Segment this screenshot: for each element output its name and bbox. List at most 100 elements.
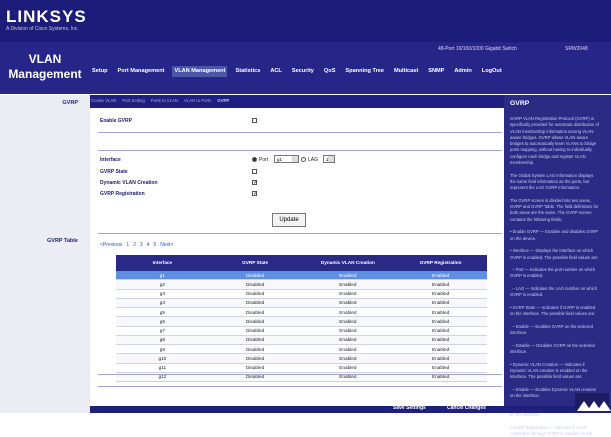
save-settings-button[interactable]: Save Settings bbox=[393, 405, 426, 411]
tab-setup[interactable]: Setup bbox=[90, 66, 110, 77]
table-row[interactable]: g8 Disabled Enabled Enabled bbox=[116, 335, 487, 346]
cell-state: Disabled bbox=[208, 363, 302, 373]
table-row[interactable]: g7 Disabled Enabled Enabled bbox=[116, 326, 487, 336]
table-row[interactable]: g10 Disabled Enabled Enabled bbox=[116, 353, 487, 364]
cell-interface: g3 bbox=[116, 289, 209, 299]
enable-gvrp-checkbox[interactable] bbox=[252, 118, 257, 123]
section-label-gvrp: GVRP bbox=[62, 100, 78, 106]
cell-interface: g5 bbox=[116, 307, 209, 318]
main-tabs: Setup Port Management VLAN Management St… bbox=[90, 58, 504, 84]
pager-page-4[interactable]: 4 bbox=[147, 242, 150, 248]
cisco-logo bbox=[575, 393, 611, 411]
subtab-create-vlan[interactable]: Create VLAN bbox=[91, 98, 116, 103]
divider bbox=[98, 233, 502, 234]
gvrp-registration-checkbox[interactable]: ✓ bbox=[252, 191, 259, 197]
cell-dynamic: Enabled bbox=[301, 298, 395, 309]
table-row[interactable]: g1 Disabled Enabled Enabled bbox=[116, 271, 487, 281]
cell-state: Disabled bbox=[208, 335, 302, 346]
cell-dynamic: Enabled bbox=[301, 279, 395, 290]
tab-statistics[interactable]: Statistics bbox=[233, 66, 262, 77]
tab-logout[interactable]: LogOut bbox=[480, 66, 504, 77]
pager-page-2[interactable]: 2 bbox=[133, 242, 136, 248]
tab-admin[interactable]: Admin bbox=[452, 66, 473, 77]
lag-select[interactable]: 1 bbox=[323, 155, 335, 163]
table-row[interactable]: g3 Disabled Enabled Enabled bbox=[116, 289, 487, 299]
section-label-gvrp-table: GVRP Table bbox=[47, 238, 78, 244]
cell-dynamic: Enabled bbox=[301, 344, 395, 355]
table-row[interactable]: g4 Disabled Enabled Enabled bbox=[116, 298, 487, 309]
pagination: <Previous 1 2 3 4 5 Next> bbox=[100, 242, 173, 248]
gvrp-state-checkbox[interactable] bbox=[252, 169, 257, 174]
cell-registration: Enabled bbox=[394, 344, 487, 355]
subtab-gvrp[interactable]: GVRP bbox=[217, 98, 229, 103]
checkmark-icon: ✓ bbox=[253, 191, 259, 197]
pager-page-1[interactable]: 1 bbox=[126, 242, 129, 248]
header-gvrp-state: GVRP State bbox=[208, 255, 302, 271]
pager-previous[interactable]: <Previous bbox=[100, 242, 122, 248]
table-row[interactable]: g9 Disabled Enabled Enabled bbox=[116, 344, 487, 355]
gvrp-table: Interface GVRP State Dynamic VLAN Creati… bbox=[116, 255, 487, 383]
table-row[interactable]: g2 Disabled Enabled Enabled bbox=[116, 279, 487, 290]
tab-spanning-tree[interactable]: Spanning Tree bbox=[343, 66, 386, 77]
cell-interface: g7 bbox=[116, 326, 209, 336]
footer-bar bbox=[90, 406, 611, 413]
product-name: 48-Port 10/100/1000 Gigabit Switch bbox=[438, 46, 517, 52]
cell-registration: Enabled bbox=[394, 307, 487, 318]
cell-interface: g1 bbox=[116, 271, 209, 281]
cell-state: Disabled bbox=[208, 353, 302, 364]
cell-state: Disabled bbox=[208, 279, 302, 290]
cisco-mountain-icon bbox=[597, 401, 611, 411]
pager-page-5[interactable]: 5 bbox=[154, 242, 157, 248]
cell-interface: g9 bbox=[116, 344, 209, 355]
model-name: SRW2048 bbox=[565, 46, 588, 52]
port-label: Port bbox=[259, 157, 269, 163]
cell-dynamic: Enabled bbox=[301, 326, 395, 336]
port-select-value: g1 bbox=[277, 157, 283, 162]
cell-dynamic: Enabled bbox=[301, 271, 395, 281]
cell-state: Disabled bbox=[208, 326, 302, 336]
lag-label: LAG bbox=[308, 157, 319, 163]
cell-state: Disabled bbox=[208, 307, 302, 318]
tab-vlan-management[interactable]: VLAN Management bbox=[172, 65, 228, 77]
cell-state: Disabled bbox=[208, 316, 302, 327]
subtab-port-setting[interactable]: Port Setting bbox=[122, 98, 144, 103]
gvrp-state-label: GVRP State bbox=[100, 169, 128, 175]
cell-dynamic: Enabled bbox=[301, 316, 395, 327]
subtab-vlan-to-ports[interactable]: VLAN to Ports bbox=[184, 98, 211, 103]
port-radio[interactable] bbox=[252, 157, 257, 162]
cell-interface: g8 bbox=[116, 335, 209, 346]
dynamic-vlan-checkbox[interactable]: ✓ bbox=[252, 180, 259, 186]
tab-acl[interactable]: ACL bbox=[268, 66, 284, 77]
tab-multicast[interactable]: Multicast bbox=[392, 66, 420, 77]
page-title: VLAN Management bbox=[8, 52, 82, 81]
cell-registration: Enabled bbox=[394, 298, 487, 309]
tab-port-management[interactable]: Port Management bbox=[116, 66, 167, 77]
pager-page-3[interactable]: 3 bbox=[140, 242, 143, 248]
tab-snmp[interactable]: SNMP bbox=[426, 66, 446, 77]
enable-gvrp-label: Enable GVRP bbox=[100, 118, 132, 124]
table-row[interactable]: g6 Disabled Enabled Enabled bbox=[116, 316, 487, 327]
cell-dynamic: Enabled bbox=[301, 353, 395, 364]
table-row[interactable]: g11 Disabled Enabled Enabled bbox=[116, 363, 487, 373]
brand-logo: LINKSYS bbox=[6, 7, 87, 26]
cell-dynamic: Enabled bbox=[301, 289, 395, 299]
subtab-ports-to-vlan[interactable]: Ports to VLAN bbox=[151, 98, 178, 103]
help-title: GVRP bbox=[510, 100, 530, 107]
update-button[interactable]: Update bbox=[272, 213, 306, 227]
cancel-changes-button[interactable]: Cancel Changes bbox=[447, 405, 486, 411]
cell-registration: Enabled bbox=[394, 353, 487, 364]
table-row[interactable]: g5 Disabled Enabled Enabled bbox=[116, 307, 487, 318]
tab-security[interactable]: Security bbox=[290, 66, 316, 77]
port-select[interactable]: g1 bbox=[274, 155, 299, 163]
lag-radio[interactable] bbox=[301, 157, 306, 162]
cell-interface: g11 bbox=[116, 363, 209, 373]
logo-area: LINKSYS A Division of Cisco Systems, Inc… bbox=[0, 0, 90, 42]
checkmark-icon: ✓ bbox=[253, 180, 259, 186]
cell-interface: g4 bbox=[116, 298, 209, 309]
chevron-down-icon bbox=[292, 156, 298, 162]
cell-state: Disabled bbox=[208, 298, 302, 309]
tab-qos[interactable]: QoS bbox=[322, 66, 338, 77]
pager-next[interactable]: Next> bbox=[160, 242, 173, 248]
cell-registration: Enabled bbox=[394, 316, 487, 327]
cell-registration: Enabled bbox=[394, 326, 487, 336]
